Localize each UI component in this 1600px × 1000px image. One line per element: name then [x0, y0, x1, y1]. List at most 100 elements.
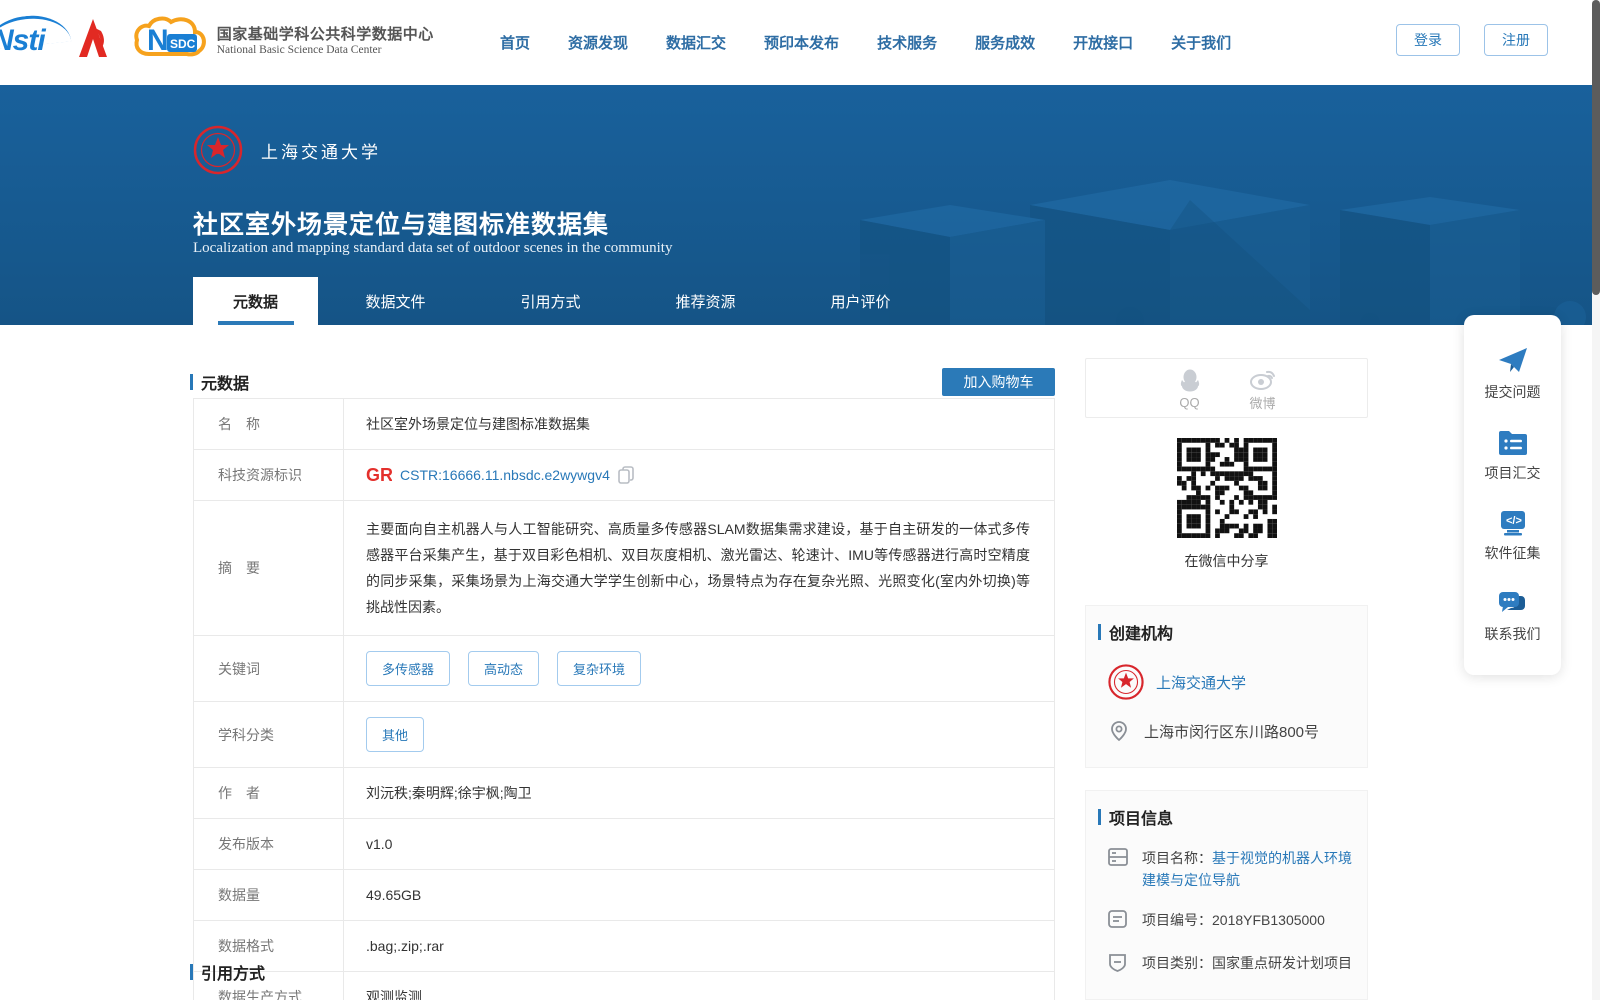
svg-text:SDC: SDC [170, 37, 196, 51]
creator-org-title: 创建机构 [1109, 626, 1174, 643]
table-row: 数据量 49.65GB [194, 870, 1054, 921]
row-value-abstract: 主要面向自主机器人与人工智能研究、高质量多传感器SLAM数据集需求建设，基于自主… [366, 521, 1030, 615]
nav-about-us[interactable]: 关于我们 [1171, 32, 1231, 53]
row-value-keywords: 多传感器 高动态 复杂环境 [344, 636, 1054, 701]
keyword-tag[interactable]: 多传感器 [366, 651, 451, 686]
project-info-box: 项目信息 项目名称：基于视觉的机器人环境建模与定位导航 项目编号：2018YFB… [1085, 790, 1368, 1000]
project-code-value: 2018YFB1305000 [1212, 912, 1325, 928]
table-row: 学科分类 其他 [194, 702, 1054, 768]
float-software-collection[interactable]: </> 软件征集 [1485, 509, 1541, 563]
float-submit-question[interactable]: 提交问题 [1485, 346, 1541, 402]
row-label-size: 数据量 [194, 870, 344, 920]
scrollbar-thumb[interactable] [1592, 0, 1600, 295]
tab-data-files[interactable]: 数据文件 [318, 277, 473, 325]
row-label-version: 发布版本 [194, 819, 344, 869]
tab-user-reviews[interactable]: 用户评价 [783, 277, 938, 325]
nav-data-submission[interactable]: 数据汇交 [666, 32, 726, 53]
row-label-keywords: 关键词 [194, 636, 344, 701]
nsdc-name-en: National Basic Science Data Center [216, 43, 382, 56]
keyword-tag[interactable]: 复杂环境 [557, 651, 642, 686]
wechat-share-block: 在微信中分享 [1085, 438, 1368, 571]
nav-service-results[interactable]: 服务成效 [975, 32, 1035, 53]
page-scrollbar [1592, 0, 1600, 1000]
nav-preprint[interactable]: 预印本发布 [764, 32, 839, 53]
paper-plane-icon [1498, 348, 1527, 373]
creator-org-row: 上海交通大学 [1108, 664, 1367, 700]
project-type-label: 项目类别： [1142, 955, 1212, 971]
tab-citation[interactable]: 引用方式 [473, 277, 628, 325]
hero-banner: 上海交通大学 社区室外场景定位与建图标准数据集 Localization and… [0, 85, 1600, 325]
login-button[interactable]: 登录 [1396, 24, 1460, 56]
nav-open-api[interactable]: 开放接口 [1073, 32, 1133, 53]
banner-org-row: 上海交通大学 [193, 125, 381, 175]
creator-org-address-row: 上海市闵行区东川路800号 [1108, 720, 1367, 742]
float-submit-question-label: 提交问题 [1484, 384, 1541, 401]
weibo-icon [1249, 370, 1275, 390]
row-value-subject: 其他 [344, 702, 1054, 767]
dataset-title: 社区室外场景定位与建图标准数据集 [193, 211, 610, 239]
tab-active-underline [217, 321, 294, 325]
page: Nsti N SDC 国家基础学科公共科学数据中心 National Basic… [0, 0, 1600, 1000]
chat-bubbles-icon [1498, 591, 1525, 612]
project-code-text: 项目编号：2018YFB1305000 [1142, 909, 1325, 934]
project-type-row: 项目类别：国家重点研发计划项目 [1108, 952, 1355, 978]
tab-metadata[interactable]: 元数据 [193, 277, 318, 325]
main-nav: 首页 资源发现 数据汇交 预印本发布 技术服务 服务成效 开放接口 关于我们 [500, 0, 1231, 85]
keyword-tag[interactable]: 高动态 [468, 651, 540, 686]
creator-org-address: 上海市闵行区东川路800号 [1144, 723, 1320, 741]
float-software-collection-label: 软件征集 [1484, 545, 1541, 562]
share-qq-label: QQ [1179, 394, 1200, 410]
nsti-logo: Nsti [0, 11, 72, 62]
sjtu-seal-small-icon [1108, 664, 1144, 700]
row-value-format: .bag;.zip;.rar [366, 938, 444, 954]
project-card-icon [1108, 848, 1128, 866]
creator-org-box: 创建机构 上海交通大学 上海市闵行区东川路800号 [1085, 605, 1368, 768]
folder-list-icon [1498, 430, 1527, 455]
table-row: 摘 要 主要面向自主机器人与人工智能研究、高质量多传感器SLAM数据集需求建设，… [194, 501, 1054, 636]
nav-tech-service[interactable]: 技术服务 [877, 32, 937, 53]
dataset-tabs: 元数据 数据文件 引用方式 推荐资源 用户评价 [193, 277, 938, 325]
tab-recommended[interactable]: 推荐资源 [628, 277, 783, 325]
wechat-share-caption: 在微信中分享 [1184, 553, 1269, 569]
project-name-label: 项目名称： [1142, 850, 1212, 866]
share-weibo-label: 微博 [1249, 395, 1276, 411]
subject-tag[interactable]: 其他 [366, 717, 425, 752]
wechat-qr-code [1176, 438, 1277, 538]
share-qq[interactable]: QQ [1177, 367, 1203, 410]
table-row: 数据格式 .bag;.zip;.rar [194, 921, 1054, 972]
svg-text:</>: </> [1506, 515, 1522, 527]
share-weibo[interactable]: 微博 [1249, 365, 1277, 412]
sjtu-seal-icon [193, 125, 243, 175]
copy-icon[interactable] [618, 466, 634, 484]
float-contact-us-label: 联系我们 [1484, 625, 1541, 642]
svg-text:GR: GR [366, 466, 392, 484]
table-row: 关键词 多传感器 高动态 复杂环境 [194, 636, 1054, 702]
section-accent-bar [1098, 809, 1101, 825]
row-value-authors: 刘沅秩;秦明辉;徐宇枫;陶卫 [366, 785, 532, 801]
table-row: 科技资源标识 GR CSTR:16666.11.nbsdc.e2wywgv4 [194, 450, 1054, 501]
nsdc-name-cn: 国家基础学科公共科学数据中心 [216, 25, 434, 43]
creator-org-link[interactable]: 上海交通大学 [1156, 672, 1246, 693]
register-button[interactable]: 注册 [1484, 24, 1548, 56]
add-to-cart-button[interactable]: 加入购物车 [942, 368, 1055, 396]
float-project-submission[interactable]: 项目汇交 [1485, 429, 1541, 483]
section-accent-bar [190, 964, 193, 980]
banner-org-name: 上海交通大学 [261, 142, 381, 162]
project-code-row: 项目编号：2018YFB1305000 [1108, 909, 1355, 934]
row-label-cstr: 科技资源标识 [194, 450, 344, 500]
float-contact-us[interactable]: 联系我们 [1485, 590, 1541, 644]
metadata-section-title: 元数据 [201, 376, 250, 393]
cstr-link[interactable]: CSTR:16666.11.nbsdc.e2wywgv4 [400, 467, 610, 483]
qq-icon [1180, 369, 1199, 391]
section-accent-bar [190, 374, 193, 390]
nav-resource-discovery[interactable]: 资源发现 [568, 32, 628, 53]
row-value-size: 49.65GB [366, 887, 422, 903]
share-box: QQ 微博 [1085, 358, 1368, 418]
nav-home[interactable]: 首页 [500, 32, 530, 53]
nsdc-cloud-icon: N SDC [134, 16, 206, 57]
metadata-section-header: 元数据 加入购物车 [190, 368, 1055, 396]
table-row: 名 称 社区室外场景定位与建图标准数据集 [194, 399, 1054, 450]
cstr-icon: GR [366, 466, 392, 484]
table-row: 发布版本 v1.0 [194, 819, 1054, 870]
nsdc-logo: N SDC 国家基础学科公共科学数据中心 National Basic Scie… [131, 14, 434, 64]
